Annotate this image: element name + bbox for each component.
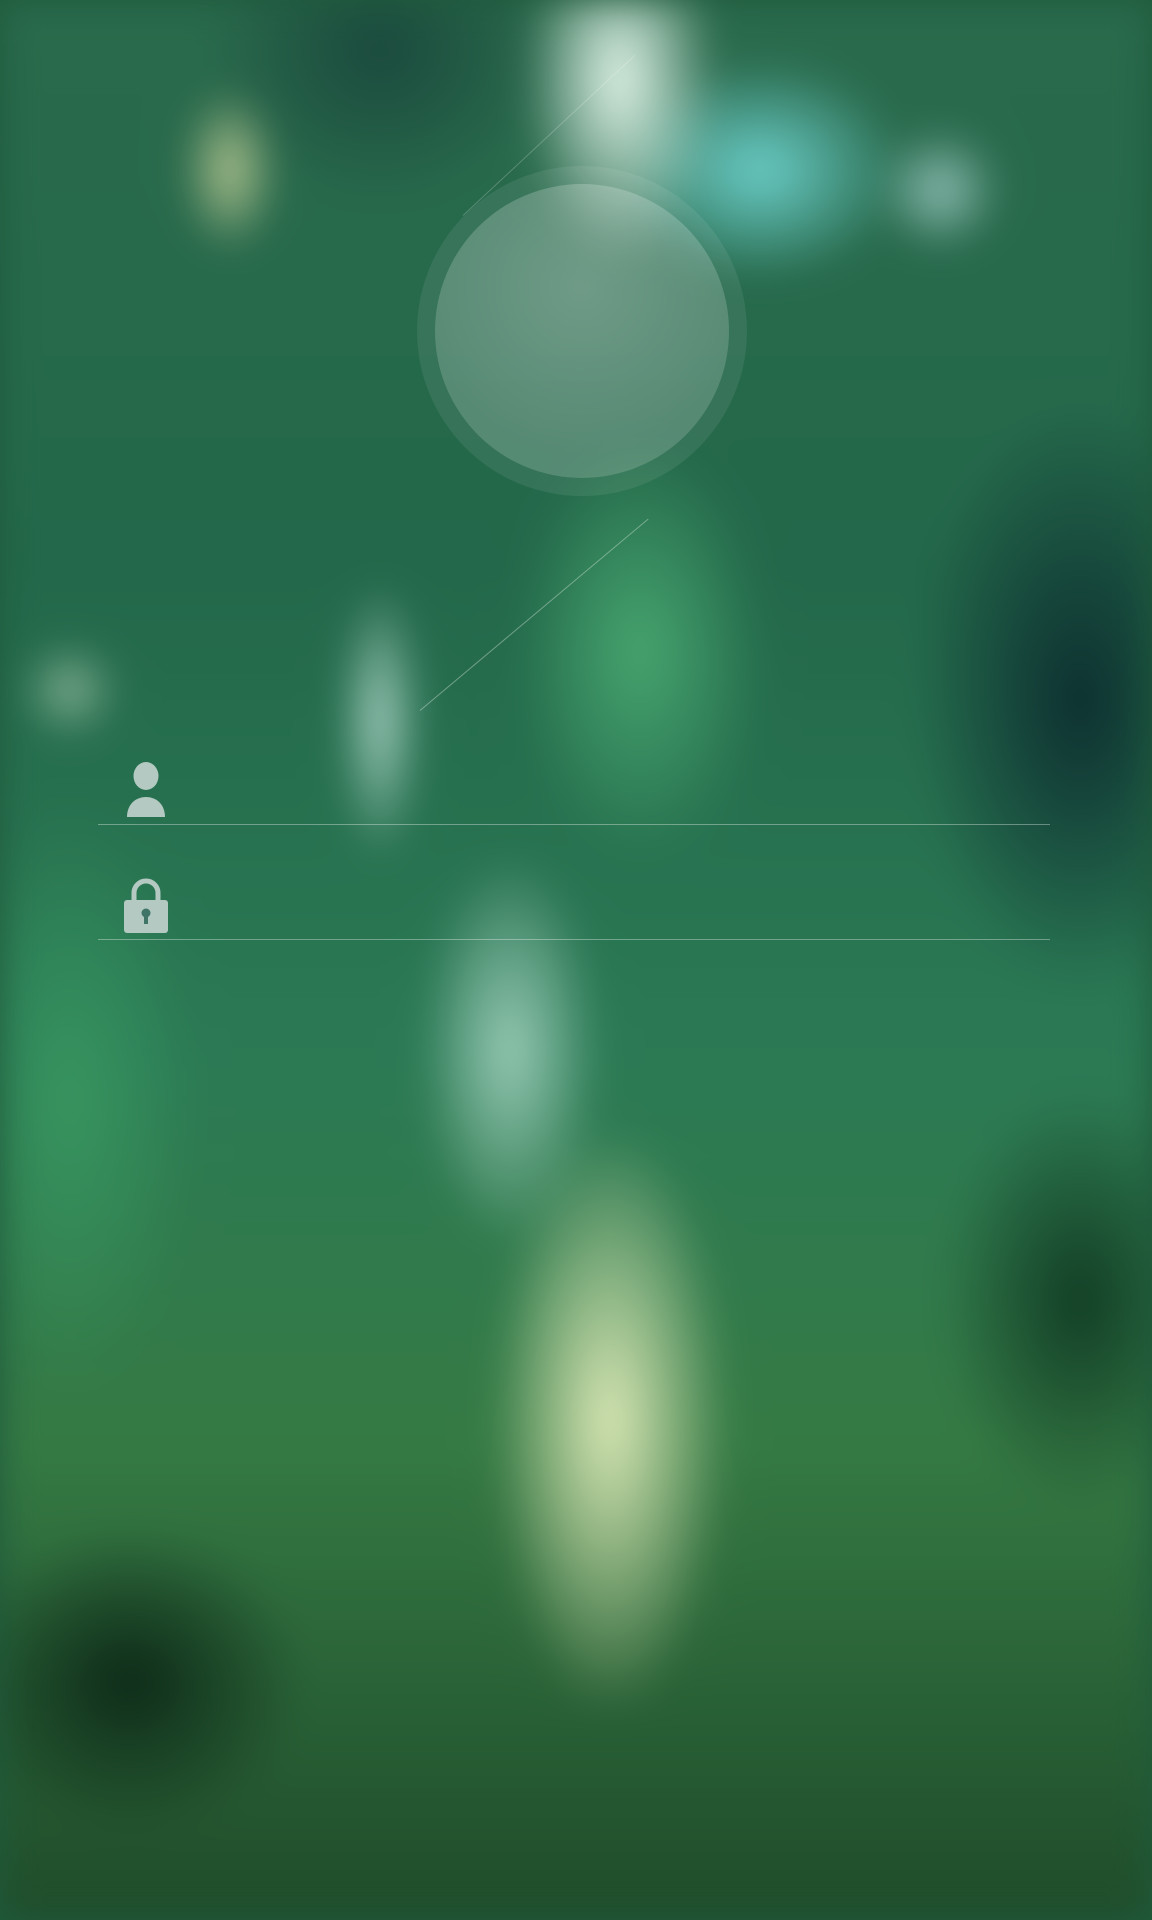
username-input[interactable] [198,762,1040,814]
username-field[interactable] [98,714,1050,825]
lock-icon [124,878,168,933]
user-icon [127,762,165,817]
password-field[interactable] [98,829,1050,940]
avatar[interactable] [435,184,729,478]
password-input[interactable] [198,877,1040,929]
